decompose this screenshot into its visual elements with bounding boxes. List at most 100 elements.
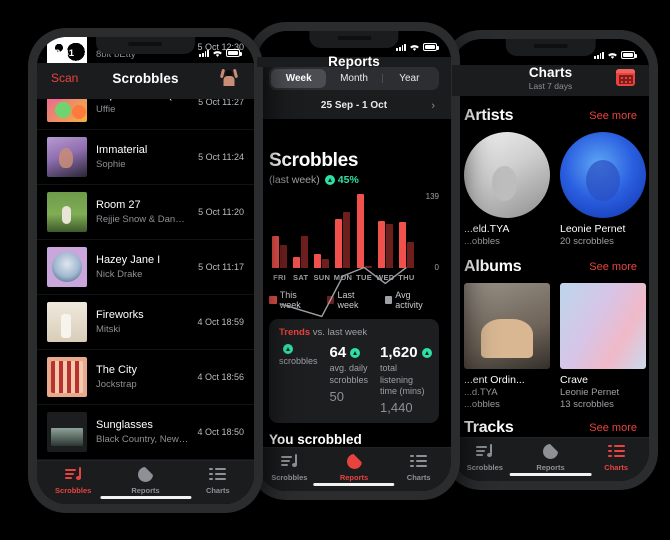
chart-plot-area [269,194,417,269]
charts-content: Artists See more ...eld.TYA ...obbles Le… [452,99,649,437]
section-title: Albums [464,258,522,275]
arrow-up-circle-icon [283,344,293,355]
speaker-icon [533,44,568,48]
album-cover [464,283,550,369]
artist-name: Leonie Pernet [560,223,626,235]
chart-day-group [396,194,417,269]
wifi-icon [608,52,617,59]
chevron-right-icon[interactable]: › [431,100,435,112]
scrobbles-icon [64,466,82,483]
bar-last-week [280,244,288,269]
chart-day-group [269,194,290,269]
tab-scrobbles[interactable]: Scrobbles [37,466,109,495]
stat-total-listening-time: 1,620 total listening time (mins) 1,440 [380,344,432,415]
cellular-bars-icon [199,49,209,57]
segment-year[interactable]: Year [381,69,437,88]
scrobble-time: 4 Oct 18:59 [197,317,244,327]
see-more-artists[interactable]: See more [589,110,637,122]
tab-reports[interactable]: Reports [518,443,584,472]
artist-card[interactable]: Leonie Pernet 20 scrobbles [560,132,646,247]
album-artist: Leonie Pernet [560,387,620,398]
album-art [47,302,87,342]
tab-reports[interactable]: Reports [109,466,181,495]
arrow-up-circle-icon [324,175,335,186]
scan-button[interactable]: Scan [51,71,78,85]
date-range-row[interactable]: 25 Sep - 1 Oct › [257,96,451,119]
change-badge: 45% [324,174,359,186]
artists-row[interactable]: ...eld.TYA ...obbles Leonie Pernet 20 sc… [464,132,649,247]
track-artist: Uffie [96,104,116,116]
track-artist: Black Country, New Road [96,434,189,446]
tab-label: Charts [406,473,431,482]
scrobble-row[interactable]: Fireworks Mitski 4 Oct 18:59 [37,295,254,350]
home-indicator [313,482,395,486]
see-more-albums[interactable]: See more [589,261,637,273]
report-subheading: (last week) [269,174,320,187]
x-tick-label: FRI [273,273,287,283]
calendar-icon[interactable] [616,69,635,86]
album-title: ...ent Ordin... [464,374,525,386]
nav-bar-reports: Reports [257,54,451,69]
speaker-icon [128,42,163,46]
bar-this-week [398,222,406,269]
reports-pie-icon [137,466,154,483]
tab-charts[interactable]: Charts [583,443,649,472]
album-scrobbles: 13 scrobbles [560,399,614,410]
segment-week[interactable]: Week [271,69,327,88]
cellular-bars-icon [594,51,604,59]
track-title: Fireworks [96,308,144,321]
album-card[interactable]: Crave Leonie Pernet 13 scrobbles [560,283,646,410]
artist-name: ...eld.TYA [464,223,510,235]
section-title: Artists [464,107,514,124]
charts-list-icon [410,453,428,470]
album-title: Crave [560,374,589,386]
tab-scrobbles[interactable]: Scrobbles [452,443,518,472]
arrow-up-circle-icon [350,347,361,358]
tab-scrobbles[interactable]: Scrobbles [257,453,322,482]
albums-row[interactable]: ...ent Ordin... ...d.TYA ...obbles Crave… [464,283,649,410]
scrobbles-icon [280,453,298,470]
tab-bar[interactable]: Scrobbles Reports Charts [37,460,254,504]
scrobble-row[interactable]: Hazey Jane I Nick Drake 5 Oct 11:17 [37,240,254,295]
see-more-tracks[interactable]: See more [589,422,637,434]
album-art [47,247,87,287]
segment-month[interactable]: Month [326,69,381,88]
track-artist: Nick Drake [96,269,143,281]
legend-this-week: This week [269,290,319,310]
tab-bar[interactable]: Scrobbles Reports Charts [452,437,649,481]
period-segmented-control[interactable]: Week Month Year [257,67,451,96]
album-card[interactable]: ...ent Ordin... ...d.TYA ...obbles [464,283,550,410]
artist-card[interactable]: ...eld.TYA ...obbles [464,132,550,247]
avatar[interactable] [218,67,240,89]
scrobble-time: 5 Oct 11:24 [198,152,244,162]
charts-list-icon [607,443,625,460]
tab-label: Reports [536,463,565,472]
scrobbles-list[interactable]: Mother.-.Robot8bit bEtty5 Oct 12:30Pop t… [37,37,254,460]
album-art [47,412,87,452]
x-tick-label: MON [333,273,353,283]
scrobble-row[interactable]: Immaterial Sophie 5 Oct 11:24 [37,130,254,185]
tab-charts[interactable]: Charts [182,466,254,495]
album-cover [560,283,646,369]
artist-scrobbles: ...obbles [464,236,500,247]
tab-reports[interactable]: Reports [322,453,387,482]
bar-last-week [343,212,351,269]
scrobble-row[interactable]: Room 27 Rejjie Snow & Dana Williams 5 Oct … [37,185,254,240]
bar-last-week [385,223,393,269]
date-range-label: 25 Sep - 1 Oct [320,100,388,111]
nav-bar-charts: Charts Last 7 days [452,65,649,96]
section-title: Tracks [464,419,514,436]
reports-pie-icon [346,453,363,470]
tab-bar[interactable]: Scrobbles Reports Charts [257,447,451,491]
scrobble-row[interactable]: Sunglasses Black Country, New Road 4 Oct 1… [37,405,254,460]
screenshot-stage: Charts Last 7 days Artists See more ...e… [0,0,670,540]
chart-legend: This week Last week Avg activity [269,290,439,310]
track-title: Hazey Jane I [96,253,161,266]
tab-charts[interactable]: Charts [386,453,451,482]
bar-last-week [301,236,309,269]
y-axis-min-label: 0 [434,263,439,273]
section-header-albums: Albums See more [464,258,649,276]
scrobble-row[interactable]: The City Jockstrap 4 Oct 18:56 [37,350,254,405]
bar-last-week [406,241,414,269]
track-title: The City [96,363,137,376]
